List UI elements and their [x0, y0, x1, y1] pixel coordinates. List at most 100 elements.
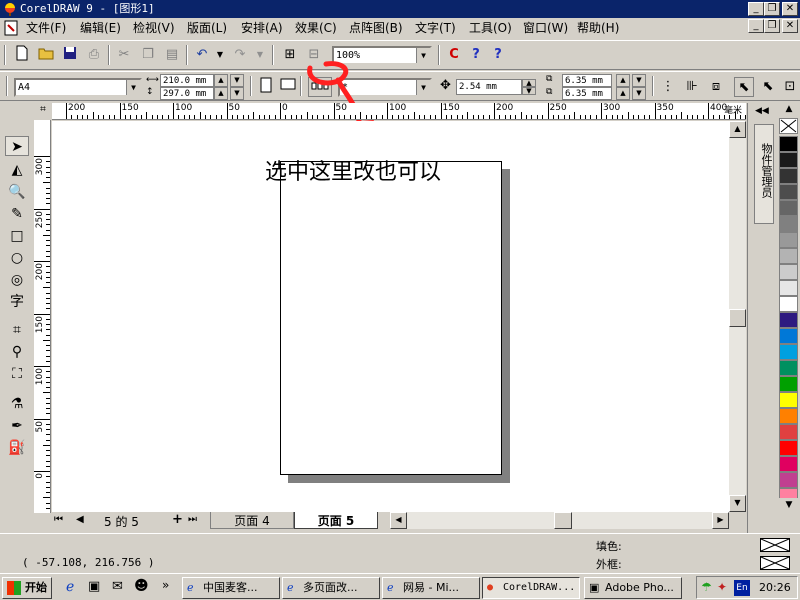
chevron-down-icon[interactable]: ▼ — [416, 48, 430, 63]
color-swatch[interactable] — [779, 232, 798, 248]
tab-page-5[interactable]: 页面 5 — [294, 512, 378, 529]
fill-none-icon[interactable] — [760, 538, 790, 552]
new-icon[interactable] — [12, 45, 32, 65]
color-swatch[interactable] — [779, 152, 798, 168]
scroll-up-button[interactable]: ▲ — [729, 121, 746, 138]
document-icon[interactable] — [4, 20, 18, 36]
docker-collapse-icon[interactable]: ◀◀ — [755, 106, 769, 116]
vertical-scroll-thumb[interactable] — [729, 309, 746, 327]
last-page-icon[interactable]: ⏭ — [188, 514, 197, 525]
menu-file[interactable]: 文件(F) — [26, 20, 66, 36]
dupx-up-button[interactable]: ▲ — [616, 74, 630, 87]
redo-dropdown-icon[interactable]: ▼ — [250, 45, 270, 65]
ellipse-tool-icon[interactable]: ○ — [5, 248, 29, 268]
text-tool-icon[interactable]: 字 — [5, 292, 29, 312]
menu-edit[interactable]: 编辑(E) — [80, 20, 121, 36]
network-icon[interactable]: ☂ — [701, 580, 712, 594]
horizontal-ruler[interactable]: 200 150 100 50 0 50 100 150 200 250 300 350 400 毫米 — [52, 103, 746, 120]
task-button-coreldraw[interactable]: ● CorelDRAW... — [482, 577, 580, 599]
save-icon[interactable] — [60, 45, 80, 65]
color-swatch[interactable] — [779, 248, 798, 264]
undo-icon[interactable]: ↶ — [192, 45, 212, 65]
add-page-icon[interactable]: + — [172, 512, 183, 527]
whats-this-icon[interactable]: ? — [488, 45, 508, 65]
color-swatch[interactable] — [779, 184, 798, 200]
ruler-origin-icon[interactable]: ⌗ — [36, 104, 50, 118]
shape-tool-icon[interactable]: ◭ — [5, 160, 29, 180]
color-swatch[interactable] — [779, 280, 798, 296]
color-swatch[interactable] — [779, 440, 798, 456]
duplicate-y-field[interactable]: 6.35 mm — [562, 87, 612, 100]
scroll-left-button[interactable]: ◀ — [390, 512, 407, 529]
doc-restore-button[interactable]: ❐ — [764, 19, 780, 33]
color-swatch[interactable] — [779, 488, 798, 498]
snap-grid-icon[interactable]: ⋮ — [658, 77, 678, 97]
menu-tools[interactable]: 工具(O) — [469, 20, 512, 36]
task-button-1[interactable]: ℯ 中国麦客... — [182, 577, 280, 599]
palette-scroll-up-icon[interactable]: ▲ — [779, 104, 799, 118]
menu-layout[interactable]: 版面(L) — [187, 20, 227, 36]
language-indicator[interactable]: En — [734, 580, 750, 596]
menu-effects[interactable]: 效果(C) — [295, 20, 337, 36]
pick-tool-icon[interactable]: ➤ — [5, 136, 29, 156]
dupy-up-button[interactable]: ▲ — [616, 87, 630, 100]
color-swatch[interactable] — [779, 424, 798, 440]
chevron-down-icon[interactable]: ▼ — [416, 80, 430, 95]
redo-icon[interactable]: ↷ — [230, 45, 250, 65]
scale-stroke-icon[interactable]: ⊡ — [780, 77, 800, 97]
docker-tab-object-manager[interactable]: 物件管理员 — [754, 124, 774, 224]
copy-icon[interactable]: ❐ — [138, 45, 158, 65]
scroll-down-button[interactable]: ▼ — [729, 495, 746, 512]
task-button-2[interactable]: ℯ 多页面改... — [282, 577, 380, 599]
page-width-field[interactable]: 210.0 mm — [160, 74, 214, 87]
duplicate-x-field[interactable]: 6.35 mm — [562, 74, 612, 87]
color-swatch[interactable] — [779, 472, 798, 488]
draw-bounding-icon[interactable]: ⬉ — [758, 77, 778, 97]
doc-minimize-button[interactable]: _ — [748, 19, 764, 33]
height-down-button[interactable]: ▼ — [230, 87, 244, 100]
palette-scroll-down-icon[interactable]: ▼ — [779, 500, 799, 514]
color-swatch[interactable] — [779, 408, 798, 424]
nudge-down-button[interactable]: ▼ — [522, 87, 536, 95]
tab-page-4[interactable]: 页面 4 — [210, 512, 294, 529]
paper-type-combo[interactable]: A4 ▼ — [14, 78, 142, 97]
width-up-button[interactable]: ▲ — [214, 74, 228, 87]
color-swatch[interactable] — [779, 264, 798, 280]
menu-arrange[interactable]: 安排(A) — [241, 20, 283, 36]
first-page-icon[interactable]: ⏮ — [54, 514, 63, 525]
antivirus-icon[interactable]: ✦ — [717, 580, 727, 594]
outlook-icon[interactable]: ✉ — [112, 579, 123, 594]
close-button[interactable]: ✕ — [782, 2, 798, 16]
color-swatch[interactable] — [779, 296, 798, 312]
color-swatch[interactable] — [779, 216, 798, 232]
color-swatch[interactable] — [779, 456, 798, 472]
undo-dropdown-icon[interactable]: ▼ — [210, 45, 230, 65]
scroll-right-button[interactable]: ▶ — [712, 512, 729, 529]
print-icon[interactable]: ⎙ — [84, 45, 104, 65]
interactive-blend-icon[interactable]: ⌗ — [5, 320, 29, 340]
snap-objects-icon[interactable]: ⧈ — [706, 77, 726, 97]
transparency-tool-icon[interactable]: ⚲ — [5, 342, 29, 362]
color-swatch[interactable] — [779, 136, 798, 152]
vertical-ruler[interactable]: 300 250 200 150 100 50 0 — [34, 120, 51, 513]
menu-view[interactable]: 检视(V) — [133, 20, 175, 36]
task-button-photoshop[interactable]: ▣ Adobe Pho... — [584, 577, 682, 599]
color-swatch[interactable] — [779, 344, 798, 360]
color-swatch[interactable] — [779, 200, 798, 216]
landscape-button[interactable] — [278, 77, 298, 97]
ie-icon[interactable]: ℯ — [66, 579, 74, 595]
maximize-button[interactable]: ❐ — [764, 2, 780, 16]
color-swatch[interactable] — [779, 360, 798, 376]
eyedropper-tool-icon[interactable]: ⚗ — [5, 394, 29, 414]
outline-tool-icon[interactable]: ✒ — [5, 416, 29, 436]
vertical-scrollbar[interactable]: ▲ ▼ — [729, 121, 746, 512]
task-button-3[interactable]: ℯ 网易 - Mi... — [382, 577, 480, 599]
color-swatch[interactable] — [779, 312, 798, 328]
menu-text[interactable]: 文字(T) — [415, 20, 456, 36]
rectangle-tool-icon[interactable]: □ — [5, 226, 29, 246]
interactive-fill-icon[interactable]: ⛶ — [5, 364, 29, 384]
color-swatch[interactable] — [779, 328, 798, 344]
show-desktop-icon[interactable]: ▣ — [88, 579, 100, 594]
portrait-button[interactable] — [256, 77, 276, 97]
outline-none-icon[interactable] — [760, 556, 790, 570]
